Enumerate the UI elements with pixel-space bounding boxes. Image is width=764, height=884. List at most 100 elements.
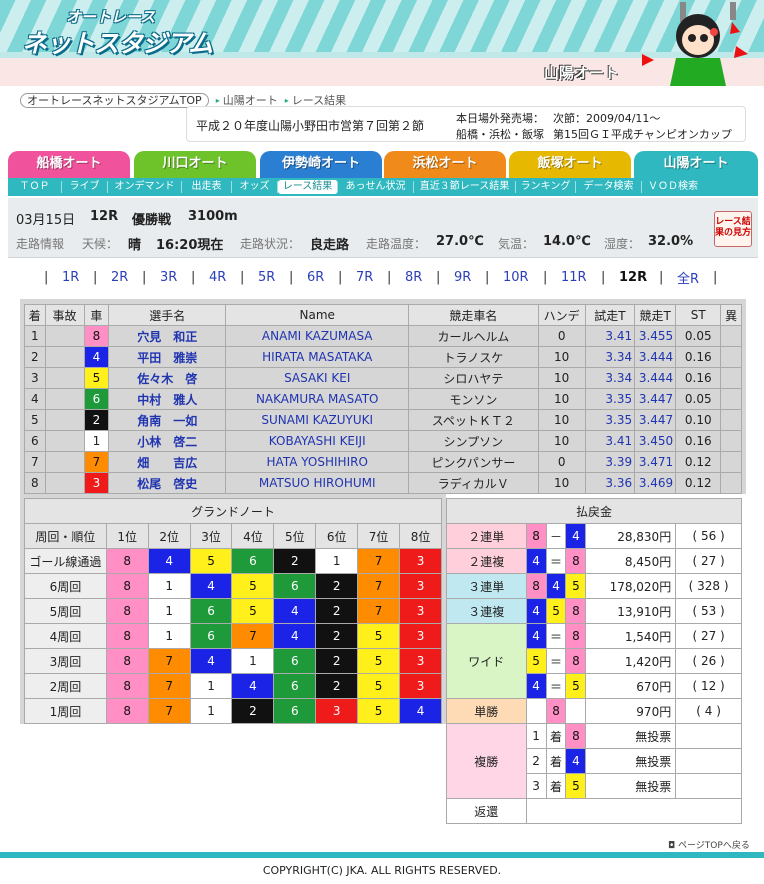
lap-car: 3	[315, 698, 359, 724]
lap-car: 6	[273, 673, 317, 699]
subnav-entries[interactable]: 出走表	[182, 181, 232, 193]
tab-funabashi[interactable]: 船橋オート	[8, 151, 130, 178]
lap-car: 2	[315, 598, 359, 624]
payout-row-refund: 返還	[446, 798, 743, 824]
tab-sanyo[interactable]: 山陽オート	[634, 151, 758, 178]
race-link-8r[interactable]: 8R	[405, 270, 422, 285]
lap-car: 6	[189, 598, 233, 624]
race-link-11r[interactable]: 11R	[561, 270, 587, 285]
lap-label: 1周回	[24, 698, 107, 724]
payout-amount: 1,420円	[585, 648, 677, 674]
sales-venues: 船橋・浜松・飯塚	[456, 128, 544, 141]
rider-name-en[interactable]: HATA YOSHIHIRO	[225, 451, 410, 473]
race-link-2r[interactable]: 2R	[111, 270, 128, 285]
track-temp-value: 27.0℃	[436, 234, 484, 249]
bet-car: 5	[545, 598, 567, 624]
col-pos-3: 3位	[189, 523, 233, 549]
bike-name: カールヘルム	[408, 325, 539, 347]
rider-link[interactable]: 松尾 啓史	[108, 472, 227, 494]
accident	[44, 472, 85, 494]
car-number: 8	[83, 325, 110, 347]
race-link-1r[interactable]: 1R	[62, 270, 79, 285]
lap-car: 4	[399, 698, 442, 724]
tab-hamamatsu[interactable]: 浜松オート	[384, 151, 506, 178]
subnav-data-search[interactable]: データ検索	[576, 181, 642, 193]
rider-name-en[interactable]: NAKAMURA MASATO	[225, 388, 410, 410]
bet-type-label: ３連単	[446, 573, 527, 599]
rider-link[interactable]: 畑 吉広	[108, 451, 227, 473]
subnav-top[interactable]: ＴＯＰ	[8, 181, 62, 193]
page-top-link[interactable]: ◘ ページTOPへ戻る	[668, 838, 750, 851]
lap-car: 5	[357, 698, 401, 724]
breadcrumb-home-link[interactable]: オートレースネットスタジアムTOP	[20, 92, 209, 108]
condition-time: 16:20現在	[156, 238, 224, 253]
lap-car: 4	[147, 548, 191, 574]
tab-isesaki[interactable]: 伊勢崎オート	[260, 151, 382, 178]
subnav-results[interactable]: レース結果	[278, 180, 338, 194]
race-link-6r[interactable]: 6R	[307, 270, 324, 285]
payout-title: 払戻金	[446, 498, 742, 524]
popularity: ( 328 )	[675, 573, 742, 599]
rider-link[interactable]: 角南 一如	[108, 409, 227, 431]
lap-car: 6	[273, 573, 317, 599]
rider-name-en[interactable]: SUNAMI KAZUYUKI	[225, 409, 410, 431]
bet-separator: ＝	[545, 648, 567, 674]
rider-link[interactable]: 佐々木 啓	[108, 367, 227, 389]
subnav-recent-results[interactable]: 直近３節レース結果	[414, 181, 516, 193]
subnav-assignment[interactable]: あっせん状況	[338, 181, 414, 193]
race-link-all[interactable]: 全R	[677, 268, 699, 287]
lap-label: 2周回	[24, 673, 107, 699]
weather-value: 晴	[128, 238, 142, 253]
sales-label: 本日場外発売場：	[456, 112, 544, 125]
race-link-3r[interactable]: 3R	[160, 270, 177, 285]
tab-iizuka[interactable]: 飯塚オート	[509, 151, 631, 178]
race-link-9r[interactable]: 9R	[454, 270, 471, 285]
payout-row-win: 単勝 8 970円 ( 4 )	[446, 698, 742, 724]
payout-amount: 970円	[585, 698, 677, 724]
subnav-live[interactable]: ライブ	[62, 181, 108, 193]
place-unit: 着	[545, 773, 567, 799]
other	[720, 451, 742, 473]
table-row: 7 7 畑 吉広 HATA YOSHIHIRO ピンクパンサー 0 3.39 3…	[24, 451, 742, 473]
mascot-icon	[642, 2, 748, 86]
copyright: COPYRIGHT(C) JKA. ALL RIGHTS RESERVED.	[262, 864, 502, 877]
subnav-odds[interactable]: オッズ	[232, 181, 278, 193]
bet-car: 5	[525, 648, 547, 674]
lap-car: 4	[231, 673, 275, 699]
rider-name-en[interactable]: KOBAYASHI KEIJI	[225, 430, 410, 452]
col-accident: 事故	[44, 304, 85, 326]
lap-car: 8	[105, 573, 149, 599]
start-timing: 0.10	[675, 409, 722, 431]
table-row: 6 1 小林 啓二 KOBAYASHI KEIJI シンプソン 10 3.41 …	[24, 430, 742, 452]
rider-link[interactable]: 中村 雅人	[108, 388, 227, 410]
rider-link[interactable]: 穴見 和正	[108, 325, 227, 347]
lap-row: 5周回 8 1 6 5 4 2 7 3	[24, 598, 442, 624]
col-lap: 周回・順位	[24, 523, 107, 549]
rider-name-en[interactable]: ANAMI KAZUMASA	[225, 325, 410, 347]
col-trial-time: 試走T	[584, 304, 636, 326]
rider-name-en[interactable]: HIRATA MASATAKA	[225, 346, 410, 368]
lap-car: 1	[231, 648, 275, 674]
footer-bar	[0, 852, 764, 858]
col-car: 車	[83, 304, 110, 326]
rider-name-en[interactable]: SASAKI KEI	[225, 367, 410, 389]
rider-link[interactable]: 平田 雅崇	[108, 346, 227, 368]
race-link-10r[interactable]: 10R	[503, 270, 529, 285]
race-link-7r[interactable]: 7R	[356, 270, 373, 285]
site-logo[interactable]: ネットスタジアム	[22, 24, 213, 60]
subnav-ranking[interactable]: ランキング	[516, 181, 576, 193]
tab-kawaguchi[interactable]: 川口オート	[134, 151, 256, 178]
results-guide-button[interactable]: レース結果の見方	[714, 211, 752, 247]
race-link-4r[interactable]: 4R	[209, 270, 226, 285]
trial-time: 3.34	[584, 367, 636, 389]
accident	[44, 451, 85, 473]
rider-name-en[interactable]: MATSUO HIROHUMI	[225, 472, 410, 494]
payout-row-trifecta: ３連単 8 4 5 178,020円 ( 328 )	[446, 573, 742, 599]
subnav-vod-search[interactable]: ＶＯＤ検索	[642, 181, 704, 193]
race-link-5r[interactable]: 5R	[258, 270, 275, 285]
col-pos-4: 4位	[231, 523, 275, 549]
rider-link[interactable]: 小林 啓二	[108, 430, 227, 452]
subnav-ondemand[interactable]: オンデマンド	[108, 181, 182, 193]
start-timing: 0.12	[675, 451, 722, 473]
track-condition-label: 走路状況：	[240, 237, 301, 251]
